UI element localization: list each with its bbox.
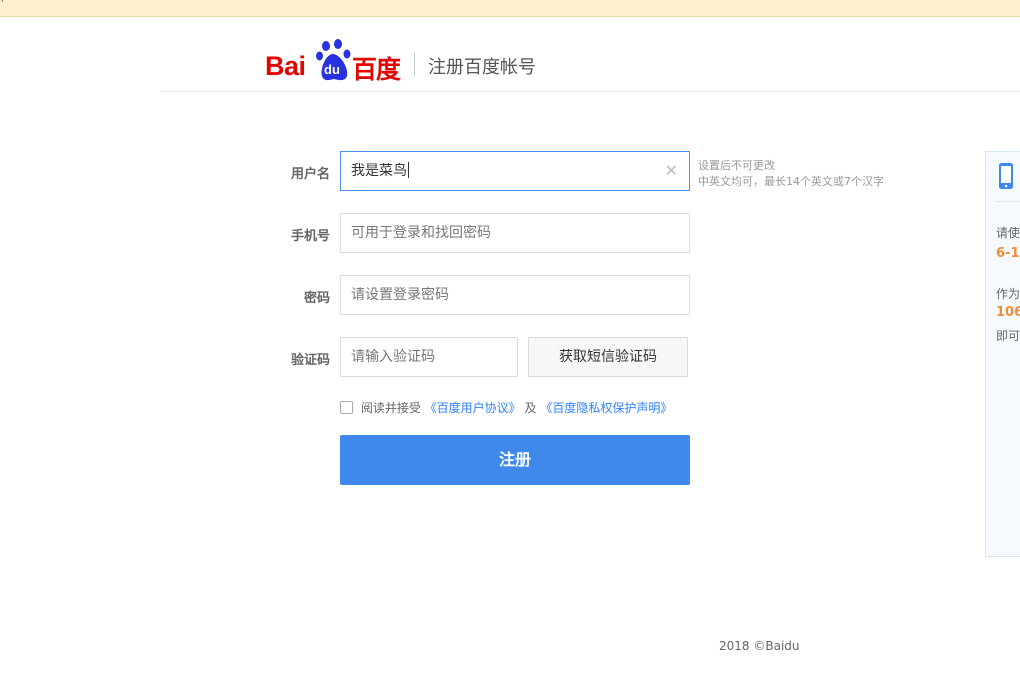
agreement-prefix: 阅读并接受 <box>360 401 421 415</box>
top-strip-mark: ' <box>1 0 4 9</box>
verify-code-input[interactable]: 请输入验证码 <box>340 337 518 377</box>
panel-text-line3: 作为 <box>996 287 1020 301</box>
phone-input[interactable]: 可用于登录和找回密码 <box>340 213 690 253</box>
logo-bai-text: Bai <box>265 51 306 81</box>
text-caret <box>408 162 409 178</box>
close-icon[interactable]: ✕ <box>665 152 678 190</box>
agreement-checkbox[interactable] <box>340 401 353 414</box>
header-bottom-border <box>160 91 1020 92</box>
user-agreement-link[interactable]: 《百度用户协议》 <box>425 401 521 415</box>
register-button[interactable]: 注册 <box>340 435 690 485</box>
verify-code-placeholder: 请输入验证码 <box>351 349 435 365</box>
top-notification-strip: ' <box>0 0 1020 17</box>
password-input[interactable]: 请设置登录密码 <box>340 275 690 315</box>
logo-chinese-text: 百度 <box>352 55 401 84</box>
username-hint: 设置后不可更改 中英文均可，最长14个英文或7个汉字 <box>698 158 884 190</box>
header-divider <box>414 52 415 76</box>
panel-text-line2: 6-1 <box>996 246 1020 261</box>
username-value: 我是菜鸟 <box>351 163 407 179</box>
phone-icon <box>999 163 1013 189</box>
panel-text-line5: 即可 <box>996 329 1020 343</box>
footer-copyright: 2018 ©Baidu <box>719 639 800 653</box>
username-input[interactable]: 我是菜鸟 ✕ <box>340 151 690 191</box>
username-label: 用户名 <box>290 167 330 182</box>
username-hint-line2: 中英文均可，最长14个英文或7个汉字 <box>698 175 884 188</box>
username-hint-line1: 设置后不可更改 <box>698 159 775 172</box>
password-placeholder: 请设置登录密码 <box>351 287 449 303</box>
page-title: 注册百度帐号 <box>428 57 536 78</box>
logo-du-text: du <box>324 62 340 77</box>
baidu-logo[interactable]: Bai du 百度 <box>265 38 405 84</box>
password-label: 密码 <box>303 291 330 306</box>
agreement-connector: 及 <box>524 401 537 415</box>
phone-placeholder: 可用于登录和找回密码 <box>351 225 491 241</box>
privacy-statement-link[interactable]: 《百度隐私权保护声明》 <box>540 401 672 415</box>
agreement-row: 阅读并接受 《百度用户协议》 及 《百度隐私权保护声明》 <box>340 400 672 416</box>
panel-divider <box>996 201 1020 202</box>
get-sms-code-button[interactable]: 获取短信验证码 <box>528 337 688 377</box>
panel-text-line4: 106 <box>996 305 1020 320</box>
verify-code-label: 验证码 <box>290 353 330 368</box>
panel-text-line1: 请使 <box>996 226 1020 240</box>
phone-label: 手机号 <box>290 229 330 244</box>
sms-register-panel: 请使 6-1 作为 106 即可 <box>985 151 1020 557</box>
